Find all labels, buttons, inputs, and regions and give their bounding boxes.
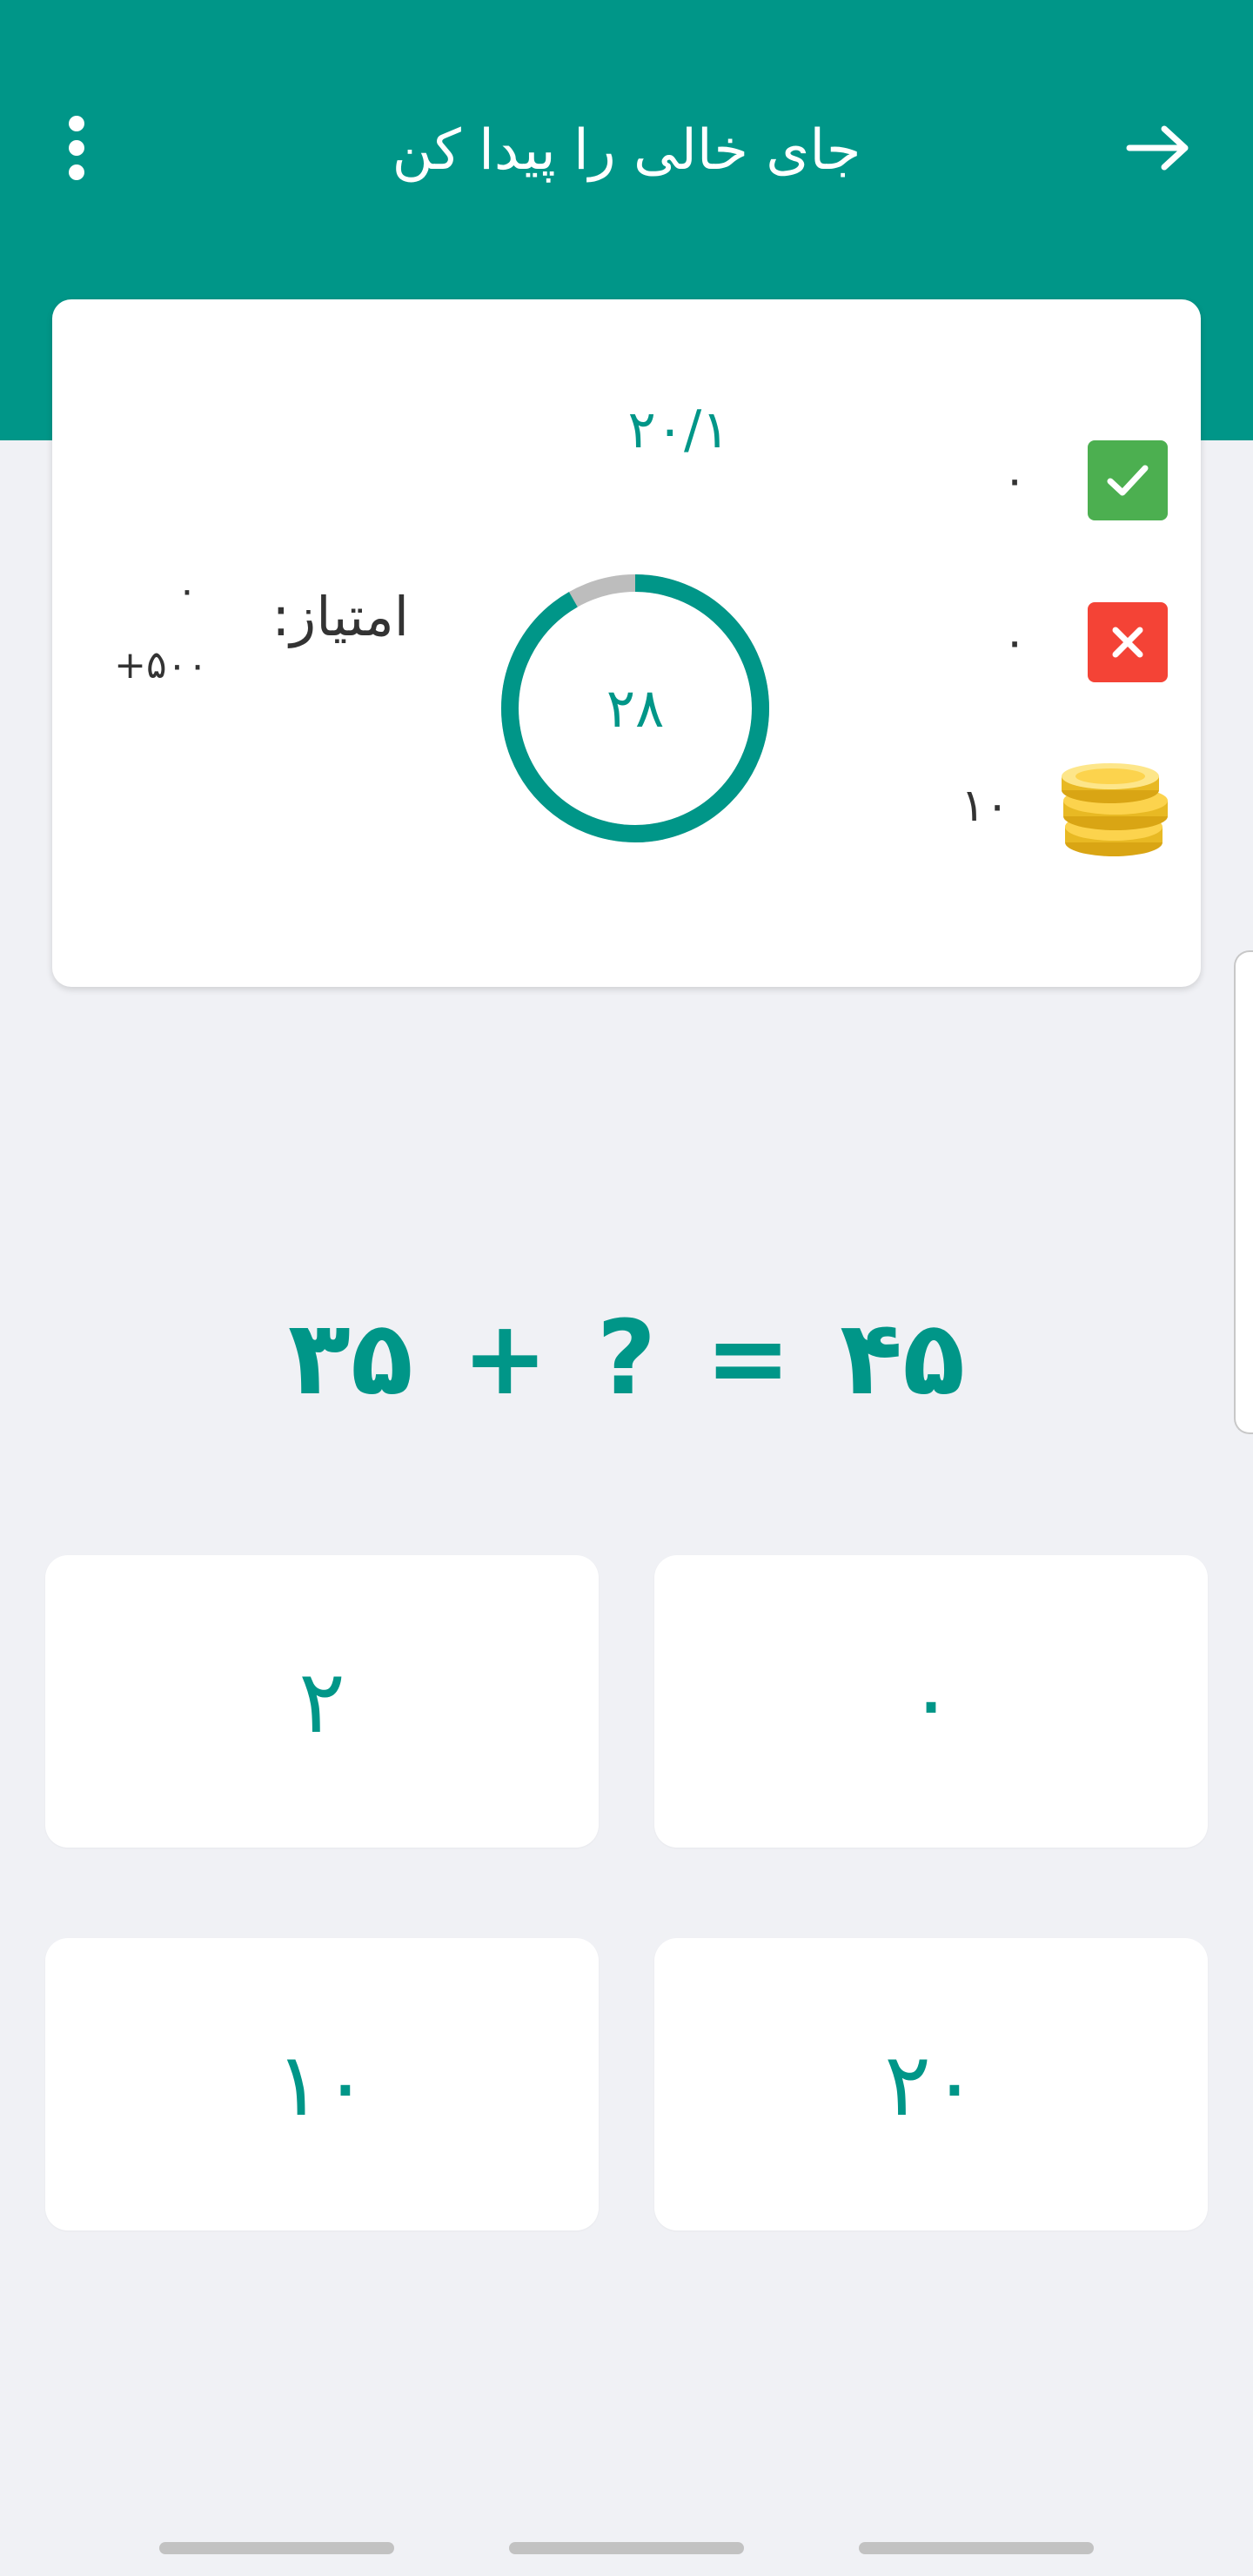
arrow-back-icon[interactable] [1118,113,1196,183]
score-bonus: +۵۰۰ [114,643,208,688]
answer-button[interactable]: ۱۰ [45,1938,599,2231]
nav-gesture-bar[interactable] [859,2542,1094,2554]
question-progress: ۲۰/۱ [627,399,730,460]
countdown-timer: ۲۸ [487,560,783,856]
nav-gesture-bar[interactable] [509,2542,744,2554]
question-equation: ۳۵ + ? = ۴۵ [0,1279,1253,1436]
correct-count: ۰ [1002,454,1027,506]
close-icon [1088,602,1168,682]
check-icon [1088,440,1168,520]
equation-equals: = [705,1298,792,1418]
equation-left-operand: ۳۵ [287,1298,413,1418]
answer-button[interactable]: ۰ [654,1555,1208,1848]
more-vert-icon[interactable] [48,109,104,187]
nav-gesture-bar[interactable] [159,2542,394,2554]
coins-icon [1053,752,1175,865]
wrong-count: ۰ [1002,616,1027,668]
score-value: ۰ [177,568,198,613]
page-title: جای خالی را پیدا کن [392,118,861,183]
coin-count: ۱۰ [961,780,1009,832]
equation-operator: + [461,1298,548,1418]
answer-button[interactable]: ۲۰ [654,1938,1208,2231]
equation-result: ۴۵ [840,1298,966,1418]
timer-value: ۲۸ [606,676,665,740]
equation-blank: ? [596,1298,657,1418]
answer-button[interactable]: ۲ [45,1555,599,1848]
status-card: ۲۰/۱ ۲۸ ۰ ۰ ۱۰ امتیاز: ۰ +۵۰۰ [52,299,1201,987]
